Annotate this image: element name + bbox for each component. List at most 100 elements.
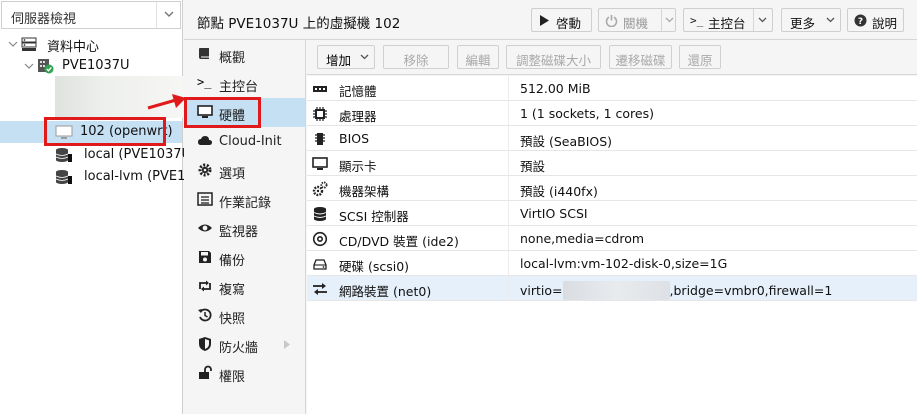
chevron-down-icon[interactable]	[758, 17, 767, 23]
revert-label: 還原	[687, 53, 713, 68]
server-icon	[21, 36, 37, 52]
help-label: 說明	[872, 16, 898, 31]
cloud-icon	[197, 133, 213, 149]
add-label: 增加	[326, 53, 352, 68]
more-label: 更多	[790, 16, 816, 31]
hardware-value: 預設 (i440fx)	[520, 184, 598, 199]
page-title: 節點 PVE1037U 上的虛擬機 102	[197, 16, 401, 32]
view-selector[interactable]: 伺服器檢視	[1, 1, 181, 29]
start-label: 啓動	[556, 16, 582, 31]
hardware-row-scsi-controller[interactable]: SCSI 控制器 VirtIO SCSI	[307, 201, 917, 226]
tree-item-storage-local[interactable]: local (PVE1037U	[0, 144, 191, 166]
edit-button[interactable]: 編輯	[457, 45, 499, 69]
chevron-down-icon	[826, 17, 835, 23]
annotation-arrow-icon	[147, 94, 186, 110]
nav-item-summary[interactable]: 概觀	[184, 40, 305, 69]
nav-item-replication[interactable]: 複寫	[184, 272, 305, 301]
hardware-row-bios[interactable]: BIOS 預設 (SeaBIOS)	[307, 126, 917, 151]
question-circle-icon: ?	[854, 14, 867, 27]
unlock-icon	[197, 365, 213, 381]
tree-label: 資料中心	[47, 40, 100, 55]
eye-icon	[197, 220, 213, 236]
cdrom-icon	[312, 231, 328, 247]
remove-button[interactable]: 移除	[383, 45, 449, 69]
annotation-highlight-box	[184, 97, 261, 128]
nav-item-snapshots[interactable]: 快照	[184, 301, 305, 330]
nav-label: 作業記錄	[219, 196, 272, 211]
revert-button[interactable]: 還原	[679, 45, 721, 69]
start-button[interactable]: 啓動	[531, 8, 592, 32]
hardware-row-network[interactable]: 網路裝置 (net0) virtio= ,bridge=vmbr0,firewal…	[307, 276, 917, 301]
cogs-icon	[312, 181, 328, 197]
hardware-value: 512.00 MiB	[520, 81, 591, 96]
nav-item-cloud-init[interactable]: Cloud-Init	[184, 127, 305, 156]
annotation-highlight-box	[44, 117, 166, 146]
nav-label: 複寫	[219, 283, 246, 298]
nav-item-backup[interactable]: 備份	[184, 243, 305, 272]
nav-item-console[interactable]: >_ 主控台	[184, 69, 305, 98]
hardware-grid: 記憶體 512.00 MiB 處理器 1 (1 sockets, 1 cores…	[307, 76, 917, 414]
shutdown-label: 關機	[623, 16, 649, 31]
book-icon	[197, 46, 213, 62]
hardware-key: 顯示卡	[339, 159, 377, 174]
nav-item-permissions[interactable]: 權限	[184, 359, 305, 388]
storage-icon	[55, 169, 72, 185]
nav-item-firewall[interactable]: 防火牆	[184, 330, 305, 359]
terminal-icon: >_	[197, 75, 212, 89]
resize-disk-button[interactable]: 調整磁碟大小	[506, 45, 601, 69]
shield-icon	[197, 336, 213, 352]
nav-label: 主控台	[219, 80, 259, 95]
move-disk-label: 遷移磁碟	[615, 53, 666, 68]
hardware-row-machine[interactable]: 機器架構 預設 (i440fx)	[307, 176, 917, 201]
tree-label: local (PVE1037U	[84, 147, 192, 162]
redacted-mac-address	[562, 281, 670, 300]
hardware-key: CD/DVD 裝置 (ide2)	[339, 234, 459, 249]
chevron-down-icon[interactable]	[665, 17, 674, 23]
cpu-icon	[312, 106, 328, 122]
view-selector-value: 伺服器檢視	[11, 12, 77, 27]
nav-item-task-history[interactable]: 作業記錄	[184, 185, 305, 214]
chevron-down-icon	[360, 54, 369, 60]
hardware-row-display[interactable]: 顯示卡 預設	[307, 151, 917, 176]
chevron-right-icon[interactable]	[284, 340, 290, 349]
resource-tree: 伺服器檢視 資料中心 PVE1037U 102 (openwrt) local …	[0, 0, 194, 414]
nav-label: 備份	[219, 254, 246, 269]
shutdown-button[interactable]: 關機	[598, 8, 676, 32]
remove-label: 移除	[403, 53, 429, 68]
add-button[interactable]: 增加	[317, 45, 375, 69]
content-header: 節點 PVE1037U 上的虛擬機 102 啓動 關機 >_ 主控台 更多 ? …	[184, 0, 917, 40]
tree-item-datacenter[interactable]: 資料中心	[0, 33, 182, 55]
hardware-row-disk[interactable]: 硬碟 (scsi0) local-lvm:vm-102-disk-0,size=…	[307, 251, 917, 276]
gear-icon	[197, 162, 213, 178]
hardware-key: SCSI 控制器	[339, 209, 409, 224]
hardware-row-memory[interactable]: 記憶體 512.00 MiB	[307, 76, 917, 101]
hardware-value: local-lvm:vm-102-disk-0,size=1G	[520, 256, 728, 271]
hardware-row-processor[interactable]: 處理器 1 (1 sockets, 1 cores)	[307, 101, 917, 126]
chevron-down-icon[interactable]	[156, 2, 180, 28]
more-button[interactable]: 更多	[781, 8, 841, 32]
hardware-key: 硬碟 (scsi0)	[339, 259, 410, 274]
desktop-icon	[312, 156, 328, 172]
tree-item-node[interactable]: PVE1037U	[0, 55, 182, 77]
hardware-key: 記憶體	[339, 84, 377, 99]
nav-label: 監視器	[219, 225, 259, 240]
collapse-icon[interactable]	[8, 37, 18, 47]
hardware-row-cdrom[interactable]: CD/DVD 裝置 (ide2) none,media=cdrom	[307, 226, 917, 251]
hardware-value: 預設 (SeaBIOS)	[520, 134, 613, 149]
console-label: 主控台	[708, 16, 746, 31]
play-icon	[540, 15, 549, 26]
nav-label: 防火牆	[219, 341, 259, 356]
collapse-icon[interactable]	[24, 59, 34, 69]
hardware-value: 1 (1 sockets, 1 cores)	[520, 106, 654, 121]
console-button[interactable]: >_ 主控台	[683, 8, 773, 32]
hdd-icon	[312, 256, 328, 272]
help-button[interactable]: ? 說明	[847, 8, 904, 32]
nav-item-monitor[interactable]: 監視器	[184, 214, 305, 243]
database-icon	[312, 206, 328, 222]
nav-label: 概觀	[219, 51, 246, 66]
nav-item-options[interactable]: 選項	[184, 156, 305, 185]
move-disk-button[interactable]: 遷移磁碟	[609, 45, 672, 69]
tree-item-storage-lvm[interactable]: local-lvm (PVE10	[0, 166, 194, 188]
retweet-icon	[197, 278, 213, 294]
history-icon	[197, 307, 213, 323]
